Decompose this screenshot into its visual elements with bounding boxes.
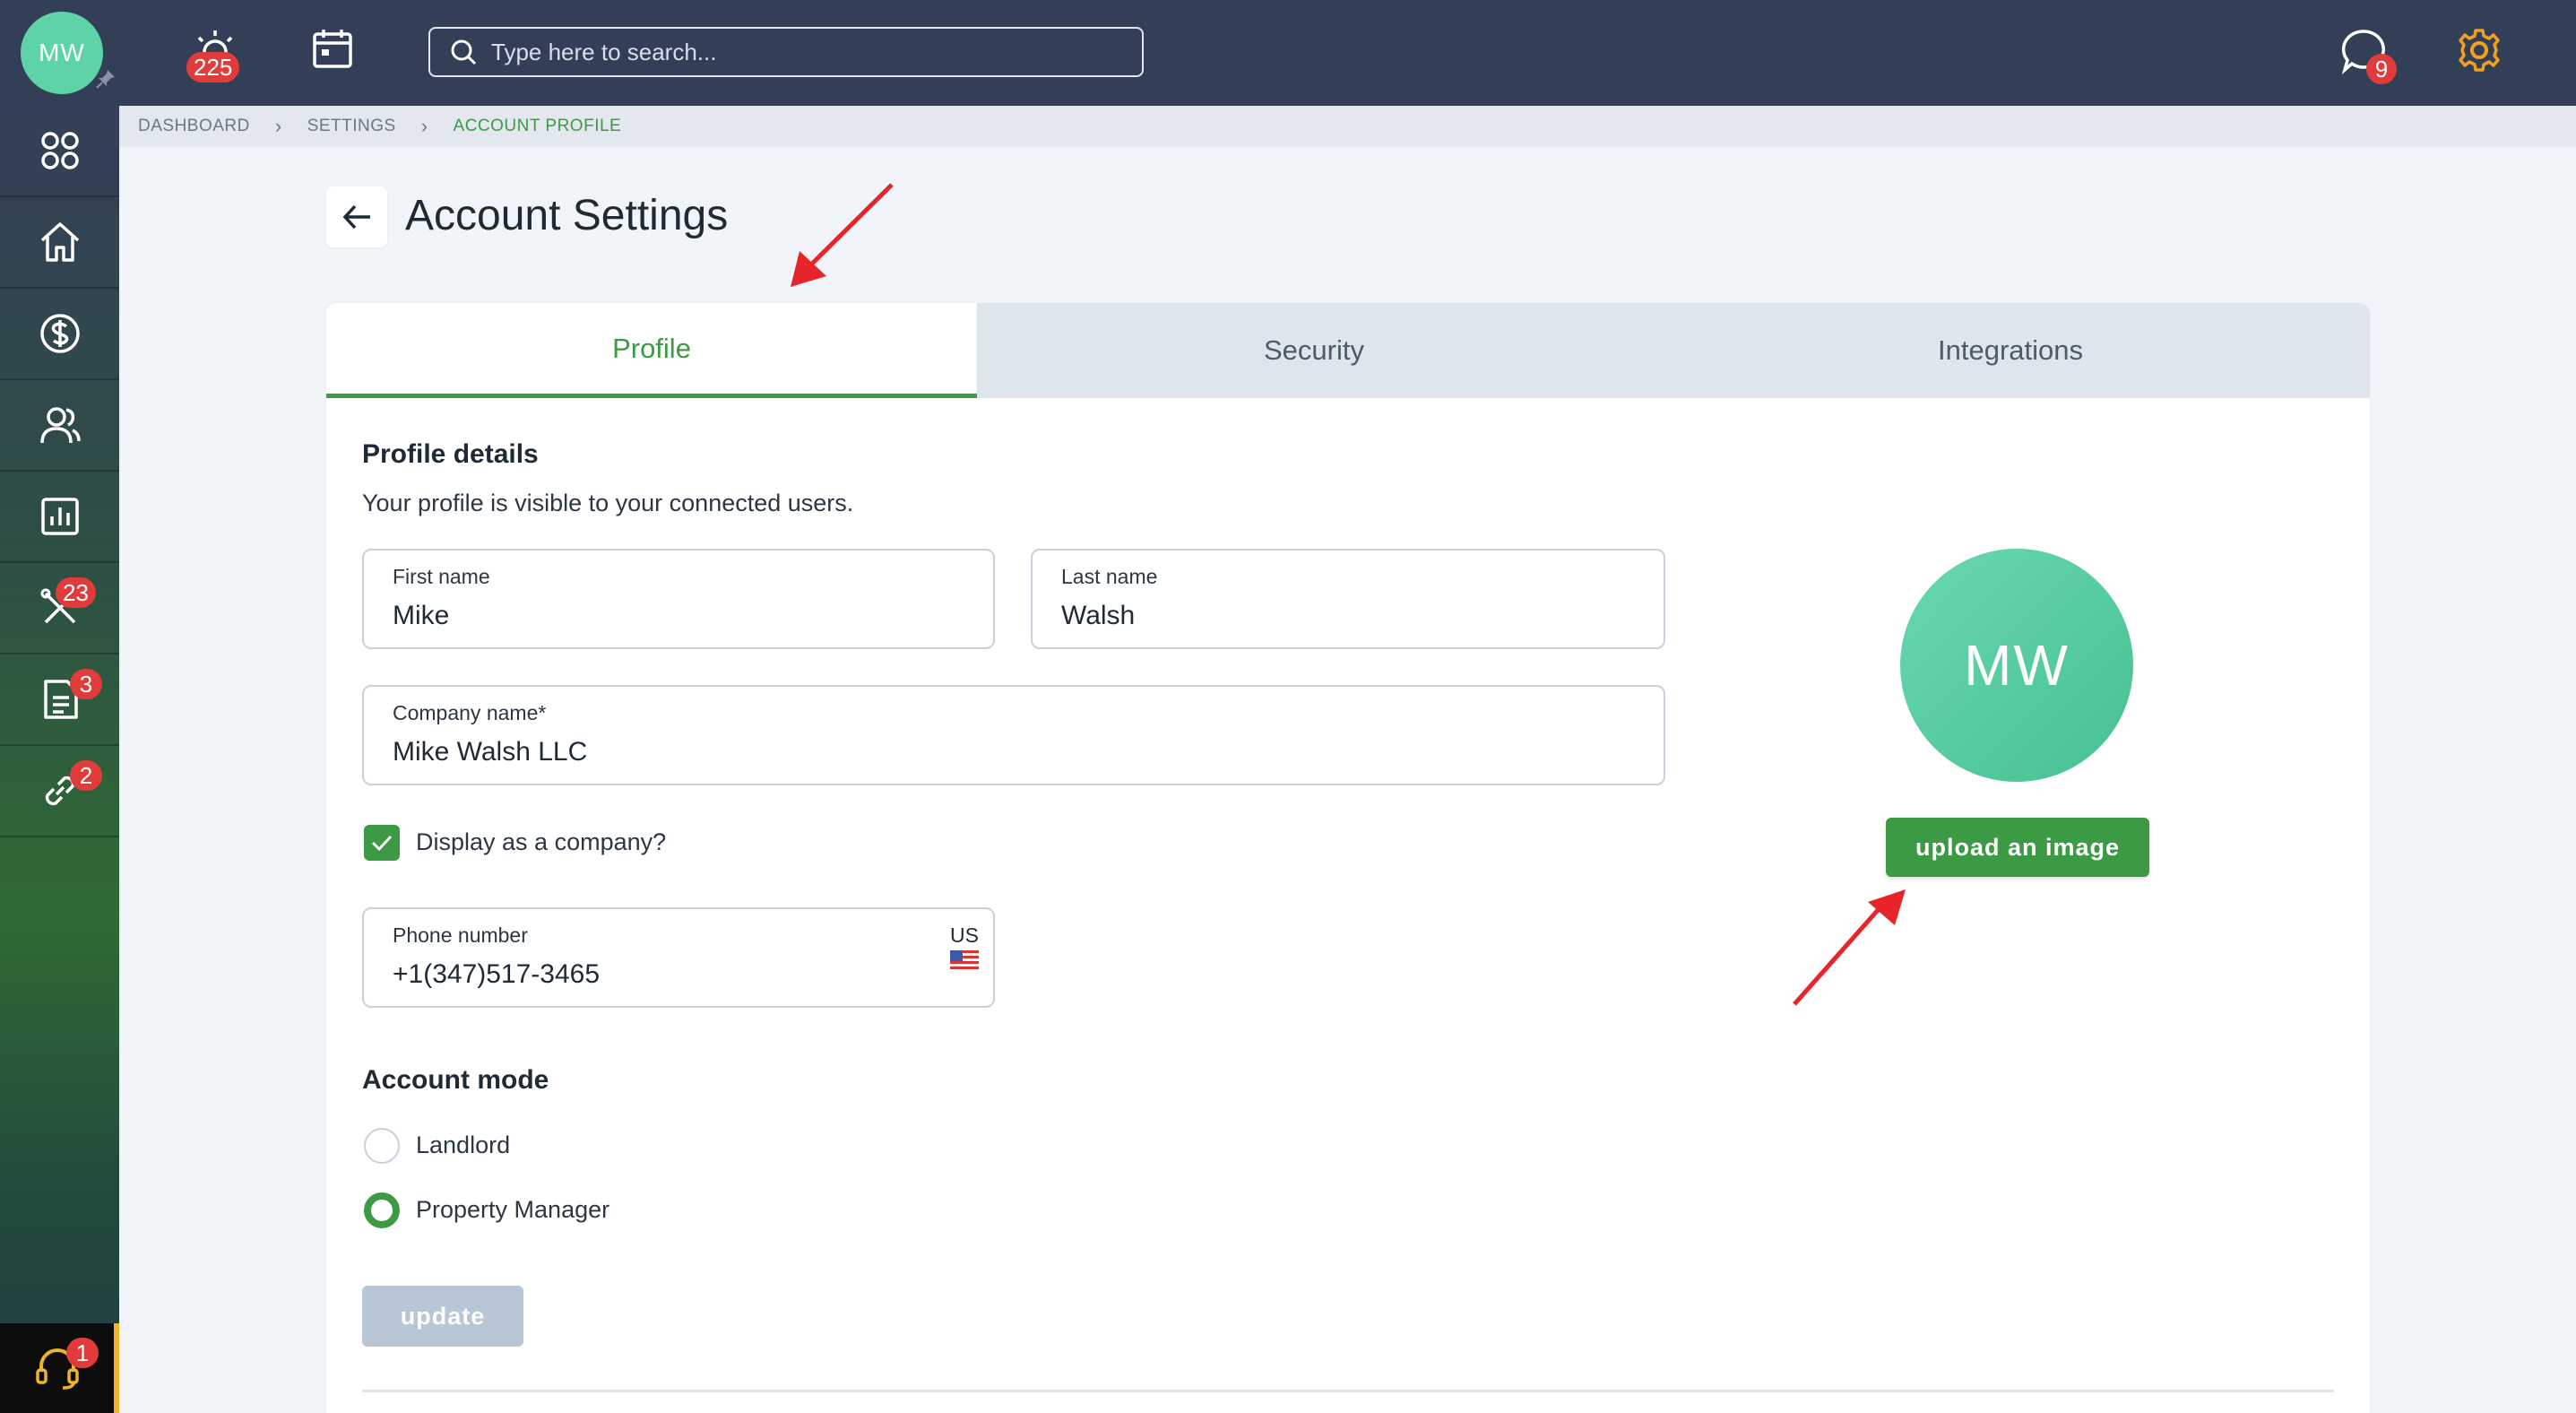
settings-button[interactable] (2456, 27, 2503, 78)
sidebar-item-finance[interactable] (0, 289, 119, 380)
search-box[interactable] (428, 27, 1144, 77)
page-title: Account Settings (405, 192, 729, 239)
phone-number-value[interactable]: +1(347)517-3465 (393, 959, 600, 990)
last-name-value[interactable]: Walsh (1061, 601, 1135, 631)
sidebar-item-help[interactable] (0, 1323, 119, 1413)
sidebar-item-apps[interactable] (0, 106, 119, 197)
documents-badge: 3 (70, 669, 102, 699)
sidebar-item-home[interactable] (0, 197, 119, 289)
phone-number-label: Phone number (393, 923, 528, 947)
profile-avatar: MW (1900, 549, 2133, 782)
gear-icon (2459, 29, 2500, 72)
settings-card: Profile Security Integrations Profile de… (326, 303, 2370, 1413)
search-input[interactable] (489, 37, 1120, 67)
settings-tabs: Profile Security Integrations (326, 303, 2370, 398)
breadcrumb-dashboard[interactable]: DASHBOARD (138, 117, 250, 136)
company-name-field[interactable]: Company name* Mike Walsh LLC (362, 685, 1665, 785)
last-name-field[interactable]: Last name Walsh (1031, 549, 1665, 649)
links-badge: 2 (70, 760, 102, 791)
first-name-value[interactable]: Mike (393, 601, 449, 631)
last-name-label: Last name (1061, 565, 1158, 588)
display-company-label[interactable]: Display as a company? (416, 828, 666, 856)
sidebar-item-reports[interactable] (0, 472, 119, 563)
home-icon (40, 222, 79, 262)
property-manager-radio[interactable] (364, 1192, 400, 1228)
sidebar-item-contacts[interactable] (0, 380, 119, 472)
arrow-left-icon (342, 204, 370, 230)
annotation-arrow (1793, 889, 1906, 1006)
chevron-right-icon: › (420, 115, 428, 137)
landlord-radio[interactable] (364, 1128, 400, 1164)
account-mode-title: Account mode (362, 1065, 549, 1095)
us-flag-icon[interactable] (950, 950, 979, 970)
dollar-icon (39, 314, 80, 353)
sidebar: 23 3 2 (0, 106, 119, 1413)
breadcrumb-settings[interactable]: SETTINGS (307, 117, 396, 136)
profile-details-title: Profile details (362, 439, 539, 469)
search-icon (451, 39, 477, 65)
update-button[interactable]: update (362, 1286, 523, 1347)
display-company-checkbox[interactable] (364, 825, 400, 861)
first-name-label: First name (393, 565, 490, 588)
messages-badge: 9 (2366, 54, 2397, 84)
first-name-field[interactable]: First name Mike (362, 549, 995, 649)
landlord-label[interactable]: Landlord (416, 1131, 510, 1159)
sidebar-item-documents[interactable] (0, 654, 119, 746)
alerts-badge: 225 (186, 52, 240, 82)
breadcrumb-account-profile: ACCOUNT PROFILE (453, 117, 622, 135)
profile-details-subtitle: Your profile is visible to your connecte… (362, 490, 854, 516)
calendar-button[interactable] (310, 27, 355, 76)
user-avatar[interactable]: MW (21, 12, 103, 94)
help-badge: 1 (66, 1338, 99, 1368)
users-icon (39, 407, 81, 444)
annotation-arrow (791, 183, 894, 287)
upload-image-button[interactable]: upload an image (1886, 818, 2149, 877)
tab-profile[interactable]: Profile (326, 303, 977, 398)
property-manager-label[interactable]: Property Manager (416, 1196, 609, 1224)
company-name-value[interactable]: Mike Walsh LLC (393, 737, 587, 767)
sidebar-item-maintenance[interactable] (0, 563, 119, 654)
maintenance-badge: 23 (56, 577, 96, 608)
divider (362, 1390, 2334, 1392)
pin-icon[interactable] (95, 68, 117, 90)
chart-icon (40, 498, 79, 535)
grid-icon (40, 132, 79, 169)
tab-security[interactable]: Security (977, 303, 1651, 398)
tab-integrations[interactable]: Integrations (1651, 303, 2370, 398)
country-code[interactable]: US (950, 923, 979, 948)
phone-number-field[interactable]: Phone number +1(347)517-3465 US (362, 907, 995, 1008)
checkmark-icon (371, 835, 393, 852)
calendar-icon (313, 30, 352, 68)
breadcrumb: DASHBOARD › SETTINGS › ACCOUNT PROFILE (119, 106, 2576, 147)
sidebar-item-links[interactable] (0, 746, 119, 837)
chevron-right-icon: › (274, 115, 282, 137)
company-name-label: Company name* (393, 701, 547, 724)
back-button[interactable] (326, 186, 387, 247)
top-bar: MW 225 9 (0, 0, 2576, 106)
